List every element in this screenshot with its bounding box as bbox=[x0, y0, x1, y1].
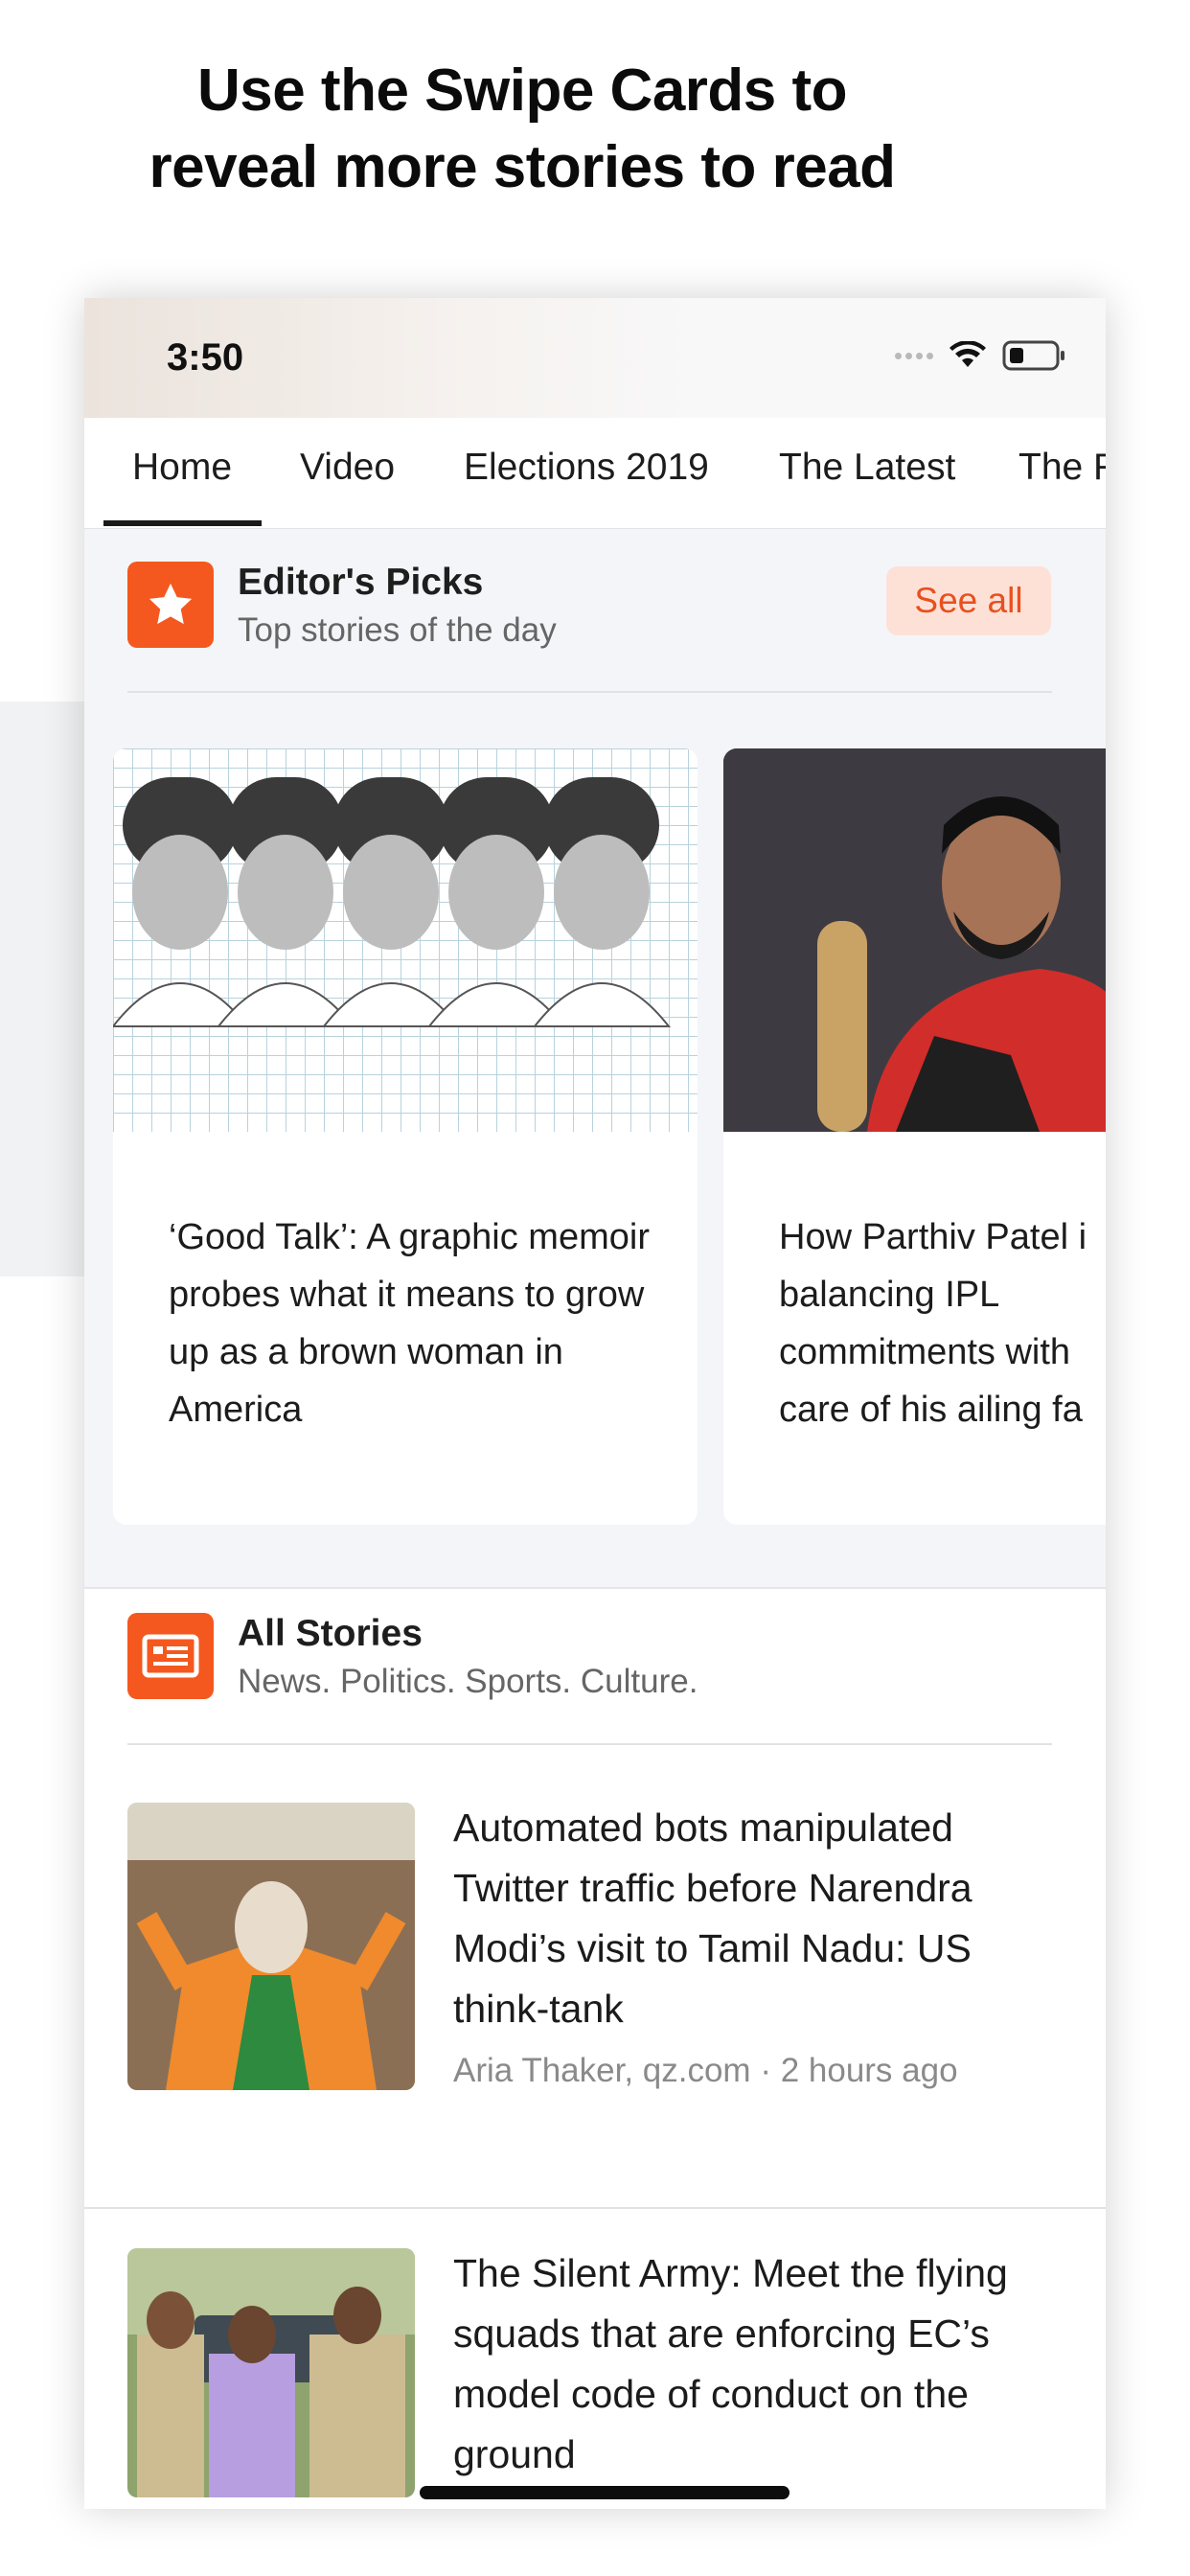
all-stories-title: All Stories bbox=[238, 1613, 423, 1654]
cellular-signal-icon bbox=[895, 352, 933, 359]
story-card[interactable]: ‘Good Talk’: A graphic memoir probes wha… bbox=[113, 748, 698, 1525]
editors-picks-subtitle: Top stories of the day bbox=[238, 611, 557, 649]
tab-video[interactable]: Video bbox=[300, 447, 395, 489]
divider bbox=[127, 691, 1052, 693]
card-headline: How Parthiv Patel i balancing IPL commit… bbox=[779, 1217, 1087, 1430]
tab-elections-2019[interactable]: Elections 2019 bbox=[464, 447, 709, 489]
tab-home[interactable]: Home bbox=[132, 447, 232, 489]
story-meta: Aria Thaker, qz.com · 2 hours ago bbox=[453, 2052, 958, 2089]
list-item[interactable]: The Silent Army: Meet the flying squads … bbox=[84, 2248, 1106, 2509]
promo-line-1: Use the Swipe Cards to bbox=[196, 58, 848, 124]
list-item[interactable]: Automated bots manipulated Twitter traff… bbox=[84, 1803, 1106, 2167]
tab-bar: Home Video Elections 2019 The Latest The… bbox=[84, 418, 1106, 529]
status-icons bbox=[895, 340, 1065, 371]
story-thumbnail bbox=[127, 2248, 415, 2497]
star-icon bbox=[127, 562, 214, 648]
battery-icon bbox=[1002, 340, 1064, 371]
promo-line-2: reveal more stories to read bbox=[149, 134, 896, 200]
story-headline: The Silent Army: Meet the flying squads … bbox=[453, 2251, 1008, 2476]
story-thumbnail bbox=[127, 1803, 415, 2090]
all-stories-subtitle: News. Politics. Sports. Culture. bbox=[238, 1663, 698, 1700]
wifi-icon bbox=[950, 341, 986, 367]
divider bbox=[127, 1743, 1052, 1745]
card-illustration bbox=[113, 748, 698, 1132]
tab-the-latest[interactable]: The Latest bbox=[779, 447, 955, 489]
promo-headline: Use the Swipe Cards to reveal more stori… bbox=[0, 53, 1044, 206]
tab-the-r[interactable]: The R bbox=[1018, 447, 1106, 489]
home-indicator[interactable] bbox=[420, 2486, 790, 2499]
card-photo bbox=[723, 748, 1106, 1132]
phone-screen: 3:50 Home Video Elections 2019 The Lates… bbox=[84, 298, 1106, 2509]
divider bbox=[84, 2207, 1106, 2209]
story-headline: Automated bots manipulated Twitter traff… bbox=[453, 1806, 973, 2031]
status-time: 3:50 bbox=[167, 336, 244, 379]
see-all-button[interactable]: See all bbox=[886, 566, 1051, 635]
editors-picks-title: Editor's Picks bbox=[238, 562, 484, 603]
card-headline: ‘Good Talk’: A graphic memoir probes wha… bbox=[169, 1217, 650, 1430]
active-tab-indicator bbox=[103, 520, 262, 526]
story-card[interactable]: How Parthiv Patel i balancing IPL commit… bbox=[723, 748, 1106, 1525]
status-bar: 3:50 bbox=[84, 298, 1106, 418]
newspaper-icon bbox=[127, 1613, 214, 1699]
